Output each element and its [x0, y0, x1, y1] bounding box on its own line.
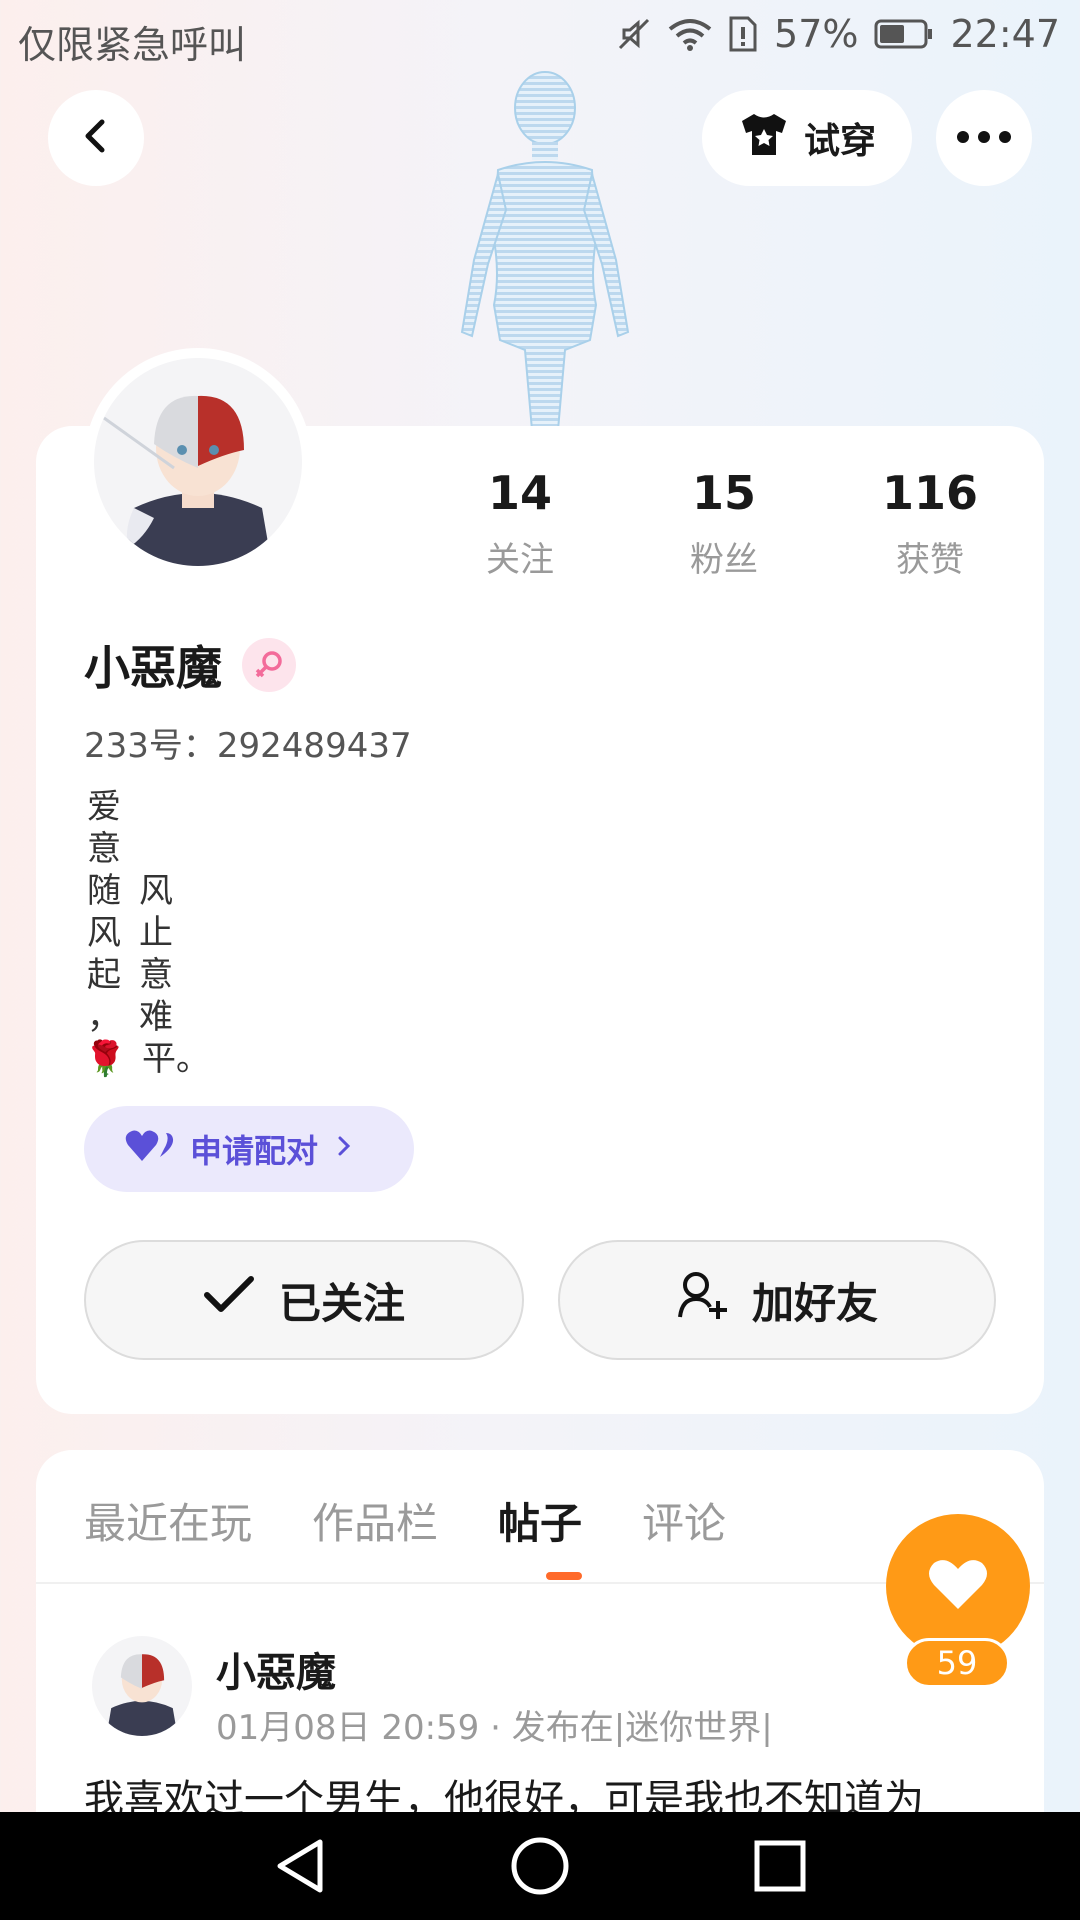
profile-stats: 14 关注 15 粉丝 116 获赞	[440, 466, 1020, 586]
post-author-avatar[interactable]	[92, 1636, 192, 1736]
nav-back-button[interactable]	[268, 1834, 332, 1898]
bio-column-2: 风 止 意 难 平。	[136, 870, 210, 1080]
try-on-label: 试穿	[803, 121, 876, 162]
bio-char: 意	[87, 829, 121, 869]
user-id-label: 233号：	[84, 726, 217, 766]
add-user-icon	[676, 1269, 728, 1331]
checkmark-icon	[203, 1275, 255, 1325]
female-icon	[242, 638, 296, 692]
followed-label: 已关注	[278, 1278, 405, 1328]
stat-following[interactable]: 14 关注	[440, 466, 600, 581]
stat-label: 粉丝	[690, 540, 758, 580]
profile-tabs: 最近在玩 作品栏 帖子 评论	[84, 1490, 726, 1570]
stat-label: 关注	[486, 540, 554, 580]
user-id: 233号：292489437	[84, 718, 412, 767]
more-dots-icon	[956, 129, 1012, 148]
stat-value: 15	[691, 466, 756, 520]
followed-button[interactable]: 已关注	[84, 1240, 524, 1360]
battery-icon	[874, 18, 934, 50]
bio-char: 风	[87, 913, 121, 953]
tab-posts[interactable]: 帖子	[498, 1490, 582, 1570]
heart-icon	[928, 1557, 988, 1615]
sim-alert-icon	[728, 15, 758, 53]
profile-bio: 爱 意 随 风 起 ， 🌹 风 止 意 难 平。	[84, 786, 284, 1086]
rose-emoji: 🌹	[84, 1039, 127, 1079]
bio-char: ，	[87, 997, 121, 1037]
nav-home-button[interactable]	[508, 1834, 572, 1898]
add-friend-label: 加好友	[751, 1278, 878, 1328]
user-id-value: 292489437	[216, 726, 412, 766]
tshirt-icon	[738, 111, 790, 166]
battery-percent: 57%	[774, 12, 859, 56]
chevron-left-icon	[76, 116, 116, 160]
bio-char: 起	[87, 955, 121, 995]
bio-column-1: 爱 意 随 风 起 ， 🌹	[84, 786, 127, 1080]
username-row: 小惡魔	[84, 632, 296, 698]
like-count: 59	[904, 1638, 1010, 1688]
wifi-icon	[668, 17, 712, 51]
username: 小惡魔	[84, 641, 222, 695]
stat-label: 获赞	[896, 540, 964, 580]
carrier-text: 仅限紧急呼叫	[18, 23, 247, 67]
nav-recents-button[interactable]	[748, 1834, 812, 1898]
stat-likes[interactable]: 116 获赞	[850, 466, 1010, 581]
back-button[interactable]	[48, 90, 144, 186]
bio-char: 爱	[87, 787, 121, 827]
tab-comments[interactable]: 评论	[642, 1490, 726, 1570]
post-author-name[interactable]: 小惡魔	[216, 1640, 336, 1698]
bio-char: 风	[139, 871, 173, 911]
status-icons: 57% 22:47	[616, 12, 1060, 56]
add-friend-button[interactable]: 加好友	[558, 1240, 996, 1360]
stat-value: 116	[881, 466, 979, 520]
clock: 22:47	[950, 12, 1060, 56]
post-meta: 01月08日 20:59 · 发布在|迷你世界|	[216, 1708, 773, 1748]
try-on-button[interactable]: 试穿	[702, 90, 912, 186]
more-button[interactable]	[936, 90, 1032, 186]
post-text[interactable]: 我喜欢过一个男生，他很好，可是我也不知道为	[84, 1772, 1004, 1812]
tab-recently-played[interactable]: 最近在玩	[84, 1490, 252, 1570]
tab-works[interactable]: 作品栏	[312, 1490, 438, 1570]
stat-followers[interactable]: 15 粉丝	[644, 466, 804, 581]
system-nav-bar	[0, 1812, 1080, 1920]
hearts-icon	[124, 1127, 174, 1171]
bio-char: 随	[87, 871, 121, 911]
status-bar: 仅限紧急呼叫 57% 22:47	[0, 0, 1080, 76]
like-button[interactable]	[886, 1514, 1030, 1658]
avatar-figure-hologram	[440, 70, 650, 431]
chevron-right-icon	[334, 1130, 354, 1168]
request-pair-label: 申请配对	[190, 1132, 319, 1170]
mute-icon	[616, 16, 652, 52]
active-tab-indicator	[546, 1572, 582, 1580]
bio-char: 难	[139, 997, 173, 1037]
profile-avatar[interactable]	[84, 348, 312, 576]
request-pair-button[interactable]: 申请配对	[84, 1106, 414, 1192]
bio-char: 平。	[142, 1039, 210, 1079]
bio-char: 意	[139, 955, 173, 995]
stat-value: 14	[487, 466, 552, 520]
bio-char: 止	[139, 913, 173, 953]
